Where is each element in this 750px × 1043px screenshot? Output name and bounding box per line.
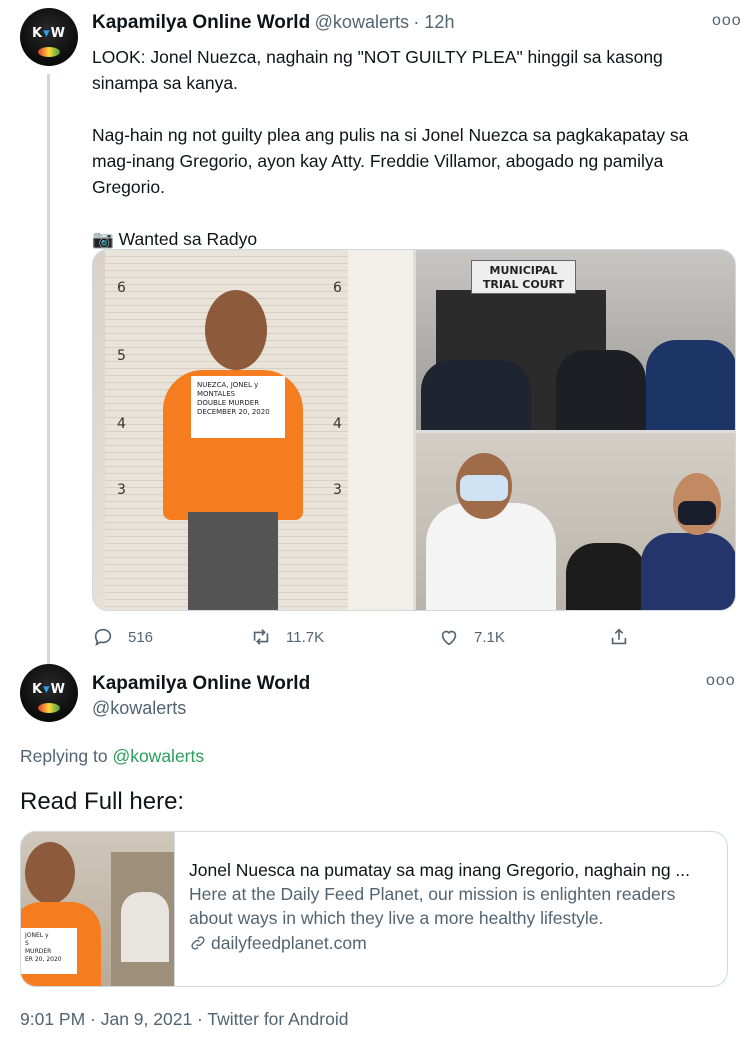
reply-count: 516 <box>128 628 154 646</box>
avatar[interactable]: K▾W <box>20 8 78 66</box>
ruler-mark: 6 <box>333 280 342 296</box>
avatar-badge-icon <box>38 47 60 57</box>
retweet-button[interactable]: 11.7K <box>250 626 324 648</box>
person-head <box>205 290 267 370</box>
handle[interactable]: @kowalerts <box>92 698 186 719</box>
ruler-mark: 5 <box>117 348 126 364</box>
thread-line <box>47 74 50 664</box>
link-card-title: Jonel Nuesca na pumatay sa mag inang Gre… <box>189 860 691 880</box>
tweet-timestamp[interactable]: 9:01 PM · Jan 9, 2021 · Twitter for Andr… <box>20 1009 348 1030</box>
tweet-header: Kapamilya Online World @kowalerts · 12h <box>92 12 454 34</box>
share-button[interactable] <box>608 626 644 648</box>
retweet-icon <box>253 629 269 645</box>
like-button[interactable]: 7.1K <box>438 626 505 648</box>
media-grid[interactable]: 6 5 4 3 6 4 3 NUEZCA, JONEL y MONTALES D… <box>92 249 736 611</box>
tweet-line: Gregorio. <box>92 177 165 197</box>
tweet-line: mag-inang Gregorio, ayon kay Atty. Fredd… <box>92 151 664 171</box>
display-name[interactable]: Kapamilya Online World <box>92 673 310 695</box>
link-card[interactable]: JONEL y S MURDER ER 20, 2020 Jonel Nuesc… <box>20 831 728 987</box>
link-card-body: Jonel Nuesca na pumatay sa mag inang Gre… <box>189 858 719 956</box>
reply-icon <box>94 628 112 647</box>
tweet-line: Nag-hain ng not guilty plea ang pulis na… <box>92 125 689 145</box>
person-pants <box>188 512 278 610</box>
mugshot-placard: NUEZCA, JONEL y MONTALES DOUBLE MURDER D… <box>191 376 285 438</box>
like-count: 7.1K <box>474 628 505 646</box>
avatar-logo-text: K▾W <box>32 682 66 697</box>
share-icon <box>611 628 627 645</box>
retweet-count: 11.7K <box>286 628 325 646</box>
link-icon <box>191 936 205 950</box>
avatar-badge-icon <box>38 703 60 713</box>
more-options-icon[interactable]: ooo <box>706 672 736 690</box>
courtroom-entrance-photo[interactable]: MUNICIPAL TRIAL COURT <box>416 250 735 430</box>
tweet-text: LOOK: Jonel Nuezca, naghain ng "NOT GUIL… <box>92 44 742 252</box>
ruler-mark: 4 <box>333 416 342 432</box>
court-sign: MUNICIPAL TRIAL COURT <box>471 260 576 294</box>
heart-icon <box>441 630 457 646</box>
ruler-mark: 3 <box>333 482 342 498</box>
interview-photo[interactable] <box>416 433 735 610</box>
replying-to-handle[interactable]: @kowalerts <box>112 746 204 766</box>
link-card-description: Here at the Daily Feed Planet, our missi… <box>189 884 676 904</box>
tweet-actions: 516 11.7K 7.1K <box>92 626 652 650</box>
avatar-logo-text: K▾W <box>32 26 66 41</box>
ruler-mark: 6 <box>117 280 126 296</box>
replying-to: Replying to @kowalerts <box>20 746 205 766</box>
more-options-icon[interactable]: ooo <box>712 12 742 30</box>
ruler-mark: 3 <box>117 482 126 498</box>
avatar[interactable]: K▾W <box>20 664 78 722</box>
display-name[interactable]: Kapamilya Online World <box>92 12 310 33</box>
tweet-line: LOOK: Jonel Nuezca, naghain ng "NOT GUIL… <box>92 47 663 67</box>
link-card-domain: dailyfeedplanet.com <box>189 930 719 956</box>
thumbnail-placard: JONEL y S MURDER ER 20, 2020 <box>21 928 77 974</box>
link-card-thumbnail: JONEL y S MURDER ER 20, 2020 <box>21 832 175 986</box>
timestamp-relative[interactable]: · 12h <box>413 12 454 32</box>
ruler-mark: 4 <box>117 416 126 432</box>
tweet-text: Read Full here: <box>20 788 185 815</box>
reply-button[interactable]: 516 <box>92 626 153 648</box>
handle[interactable]: @kowalerts <box>315 12 409 32</box>
mugshot-photo[interactable]: 6 5 4 3 6 4 3 NUEZCA, JONEL y MONTALES D… <box>93 250 413 610</box>
link-card-description: about ways in which they live a more hea… <box>189 908 604 928</box>
tweet-line: sinampa sa kanya. <box>92 73 238 93</box>
